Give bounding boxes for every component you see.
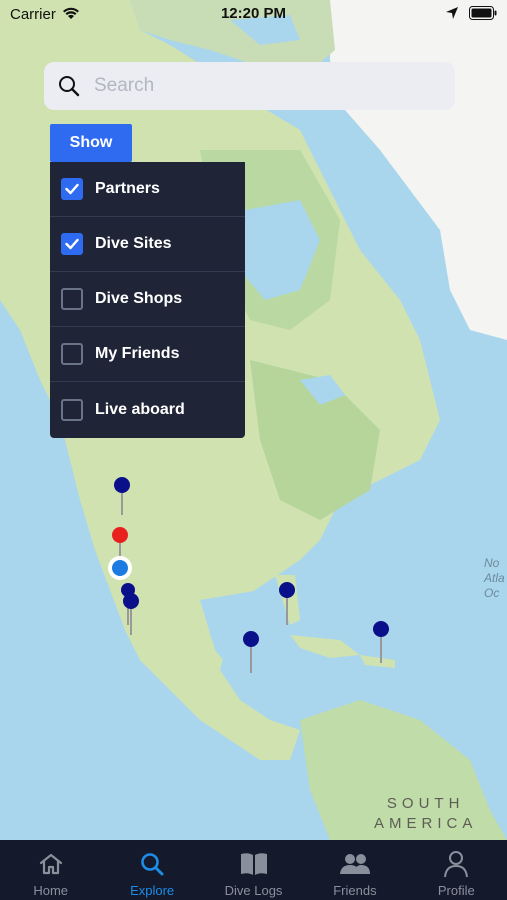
- search-input[interactable]: [92, 74, 426, 98]
- home-icon: [38, 849, 64, 879]
- continent-label: SOUTH AMERICA: [374, 795, 478, 832]
- checkbox-unchecked[interactable]: [61, 398, 83, 421]
- filter-label: Partners: [95, 180, 160, 197]
- tab-label: Home: [33, 883, 69, 898]
- friends-icon: [339, 849, 371, 879]
- checkbox-checked[interactable]: [61, 178, 83, 200]
- filter-dive-shops[interactable]: Dive Shops: [50, 272, 245, 327]
- checkmark-icon: [65, 183, 79, 195]
- location-arrow-icon: [445, 6, 459, 25]
- filter-label: Dive Shops: [95, 290, 183, 307]
- tab-label: Friends: [333, 883, 377, 898]
- checkbox-unchecked[interactable]: [61, 343, 83, 365]
- status-indicators: [445, 6, 497, 25]
- filter-label: Live aboard: [95, 400, 185, 418]
- filter-partners[interactable]: Partners: [50, 162, 245, 217]
- tab-label: Profile: [437, 883, 475, 898]
- filter-panel: Partners Dive Sites Dive Shops My Friend…: [50, 162, 245, 438]
- filter-label: Dive Sites: [95, 235, 172, 252]
- checkbox-checked[interactable]: [61, 233, 83, 255]
- book-icon: [239, 849, 269, 879]
- search-icon: [139, 849, 165, 879]
- tab-friends[interactable]: Friends: [304, 840, 405, 900]
- battery-icon: [469, 6, 497, 25]
- tab-bar: Home Explore Dive Logs Friends Profile: [0, 840, 507, 900]
- checkbox-unchecked[interactable]: [61, 288, 83, 310]
- filter-my-friends[interactable]: My Friends: [50, 327, 245, 382]
- tab-label: Explore: [130, 883, 175, 898]
- filter-live-aboard[interactable]: Live aboard: [50, 382, 245, 437]
- tab-label: Dive Logs: [224, 883, 283, 898]
- wifi-icon: [62, 6, 80, 25]
- ocean-label: No Atla Oc: [484, 556, 505, 600]
- search-icon: [58, 75, 80, 97]
- tab-home[interactable]: Home: [0, 840, 101, 900]
- search-bar[interactable]: [44, 62, 455, 110]
- checkmark-icon: [65, 238, 79, 250]
- tab-explore[interactable]: Explore: [101, 840, 202, 900]
- profile-icon: [443, 849, 469, 879]
- status-bar: Carrier 12:20 PM: [0, 0, 507, 28]
- filter-dive-sites[interactable]: Dive Sites: [50, 217, 245, 272]
- tab-profile[interactable]: Profile: [406, 840, 507, 900]
- show-button[interactable]: Show: [50, 124, 132, 162]
- filter-label: My Friends: [95, 345, 180, 362]
- current-location-marker[interactable]: [108, 556, 132, 580]
- tab-dive-logs[interactable]: Dive Logs: [203, 840, 304, 900]
